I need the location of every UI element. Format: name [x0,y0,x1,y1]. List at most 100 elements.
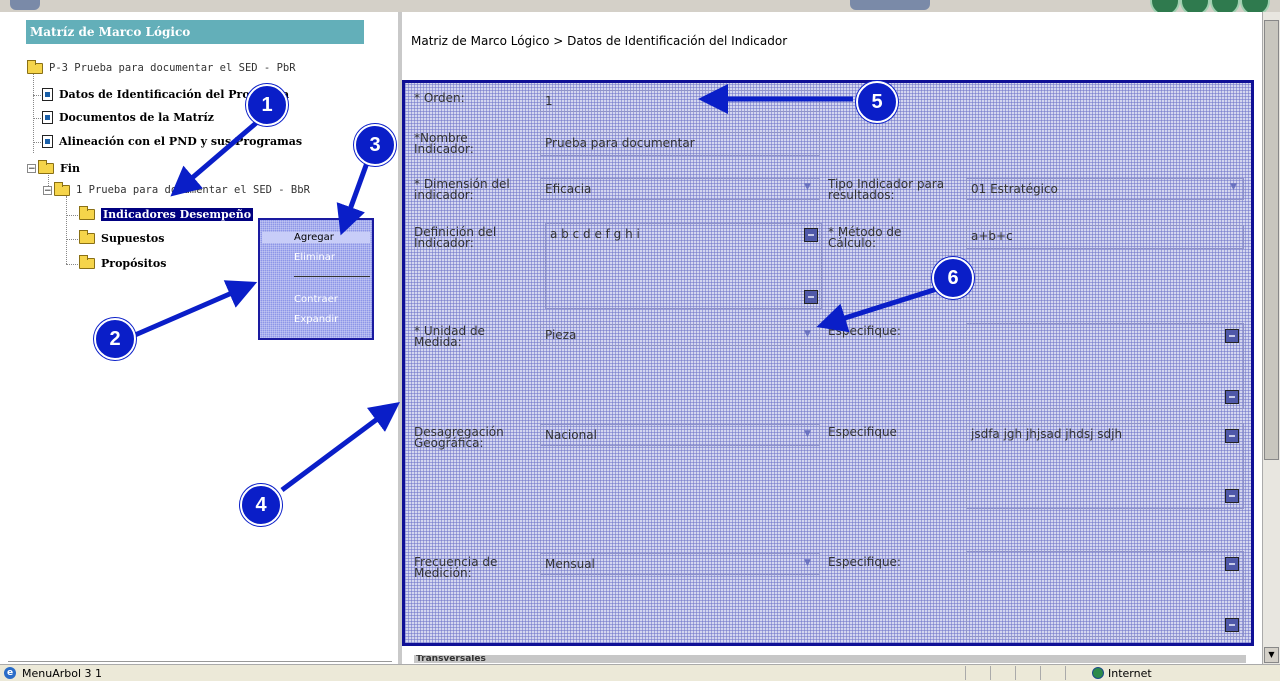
collapse-icon[interactable]: − [43,185,52,195]
tree-item-label: Propósitos [101,257,167,270]
internet-zone-icon [1092,667,1104,679]
menu-item-expandir[interactable]: Expandir [294,314,338,325]
tree-connector [66,264,78,265]
textarea-scroll-down-icon[interactable] [1225,618,1239,632]
folder-open-icon [27,59,43,74]
especifique-desagregacion-textarea[interactable]: jsdfa jgh jhjsad jhdsj sdjh [966,423,1244,509]
desagregacion-label: Desagregación Geográfica: [414,425,504,450]
metodo-label: * Método de Cálculo: [828,225,902,250]
nombre-label: *Nombre Indicador: [414,131,474,156]
transversales-section: Transversales [414,655,1246,663]
tree-connector [33,73,34,153]
especifique-unidad-textarea[interactable] [966,323,1244,409]
breadcrumb: Matriz de Marco Lógico > Datos de Identi… [411,34,788,48]
status-divider [965,666,966,680]
textarea-scroll-down-icon[interactable] [804,290,818,304]
menu-item-contraer[interactable]: Contraer [294,294,338,305]
textarea-scroll-up-icon[interactable] [1225,329,1239,343]
scroll-down-icon[interactable]: ▼ [1264,647,1279,663]
dimension-label: * Dimensión del indicador: [414,177,510,202]
tree-item-propositos[interactable]: Propósitos [79,255,167,270]
textarea-scroll-up-icon[interactable] [1225,557,1239,571]
tree-item-label: Alineación con el PND y sus Programas [59,135,303,148]
status-divider [990,666,991,680]
status-text: MenuArbol 3 1 [22,667,103,680]
tree-item-label: Indicadores Desempeño [101,208,254,221]
orden-input[interactable]: 1 [540,90,820,112]
callout-badge-5: 5 [856,81,898,123]
tree-item-alineacion[interactable]: Alineación con el PND y sus Programas [42,135,302,148]
tree-root-label: P-3 Prueba para documentar el SED - PbR [49,62,296,74]
folder-open-icon [54,181,70,196]
callout-badge-3: 3 [354,124,396,166]
folder-icon [79,206,95,220]
tipo-select[interactable]: 01 Estratégico [966,178,1244,200]
menu-item-agregar[interactable]: Agregar [262,232,370,243]
tree-item-fin[interactable]: − Fin [27,160,80,175]
chevron-down-icon[interactable]: ▼ [1230,182,1237,192]
textarea-scroll-down-icon[interactable] [1225,489,1239,503]
callout-badge-2: 2 [94,318,136,360]
tree-item-fin-child[interactable]: − 1 Prueba para documentar el SED - BbR [43,181,310,196]
especifique-frecuencia-textarea[interactable] [966,551,1244,637]
tree-item-label: Supuestos [101,232,165,245]
tree-connector [66,215,78,216]
tree-item-indicadores[interactable]: Indicadores Desempeño [79,206,254,221]
especifique-desagregacion-label: Especifique [828,425,897,439]
tree-connector [66,239,78,240]
tree-item-label: Documentos de la Matríz [59,111,214,124]
textarea-scroll-down-icon[interactable] [1225,390,1239,404]
nombre-input[interactable]: Prueba para documentar [540,132,820,156]
folder-open-icon [38,160,54,174]
callout-badge-1: 1 [246,84,288,126]
collapse-icon[interactable]: − [27,164,36,174]
tipo-label: Tipo Indicador para resultados: [828,177,945,202]
unidad-select[interactable]: Pieza [540,324,820,346]
tree-item-supuestos[interactable]: Supuestos [79,230,165,245]
browser-top-edge [0,0,1280,16]
especifique-frecuencia-label: Especifique: [828,555,901,569]
zone-label: Internet [1108,667,1152,680]
chevron-down-icon[interactable]: ▼ [804,329,811,339]
metodo-input[interactable]: a+b+c [966,225,1244,249]
folder-icon [79,230,95,244]
ie-page-icon: e [4,667,16,679]
chevron-down-icon[interactable]: ▼ [804,182,811,192]
folder-icon [79,255,95,269]
textarea-scroll-up-icon[interactable] [1225,429,1239,443]
callout-badge-6: 6 [932,257,974,299]
unidad-label: * Unidad de Medida: [414,324,485,349]
definicion-label: Definición del Indicador: [414,225,497,250]
tree-connector [66,196,67,264]
definicion-textarea[interactable]: a b c d e f g h i [545,223,822,309]
toolbar-fragment [850,0,930,10]
toolbar-fragment [10,0,40,10]
callout-badge-4: 4 [240,484,282,526]
chevron-down-icon[interactable]: ▼ [804,429,811,439]
page-scrollbar[interactable]: ▼ [1262,12,1280,664]
status-bar: e MenuArbol 3 1 Internet [0,664,1280,681]
orden-label: * Orden: [414,91,465,105]
document-icon [42,135,53,148]
tree-item-label: 1 Prueba para documentar el SED - BbR [76,184,310,196]
status-divider [1040,666,1041,680]
tree-root[interactable]: P-3 Prueba para documentar el SED - PbR [27,59,296,74]
tree-title: Matríz de Marco Lógico [26,20,364,44]
desagregacion-select[interactable]: Nacional [540,424,820,446]
status-divider [1065,666,1066,680]
frecuencia-select[interactable]: Mensual [540,553,820,575]
pane-bottom-line [8,661,392,662]
tree-item-documentos[interactable]: Documentos de la Matríz [42,111,214,124]
context-menu: Agregar Eliminar Contraer Expandir [258,218,374,340]
textarea-scroll-up-icon[interactable] [804,228,818,242]
scrollbar-thumb[interactable] [1264,20,1279,460]
chevron-down-icon[interactable]: ▼ [804,558,811,568]
document-icon [42,88,53,101]
document-icon [42,111,53,124]
frecuencia-label: Frecuencia de Medición: [414,555,498,580]
menu-item-eliminar[interactable]: Eliminar [294,252,335,263]
status-divider [1015,666,1016,680]
menu-separator [294,276,370,277]
dimension-select[interactable]: Eficacia [540,178,820,200]
especifique-unidad-label: Especifique: [828,324,901,338]
